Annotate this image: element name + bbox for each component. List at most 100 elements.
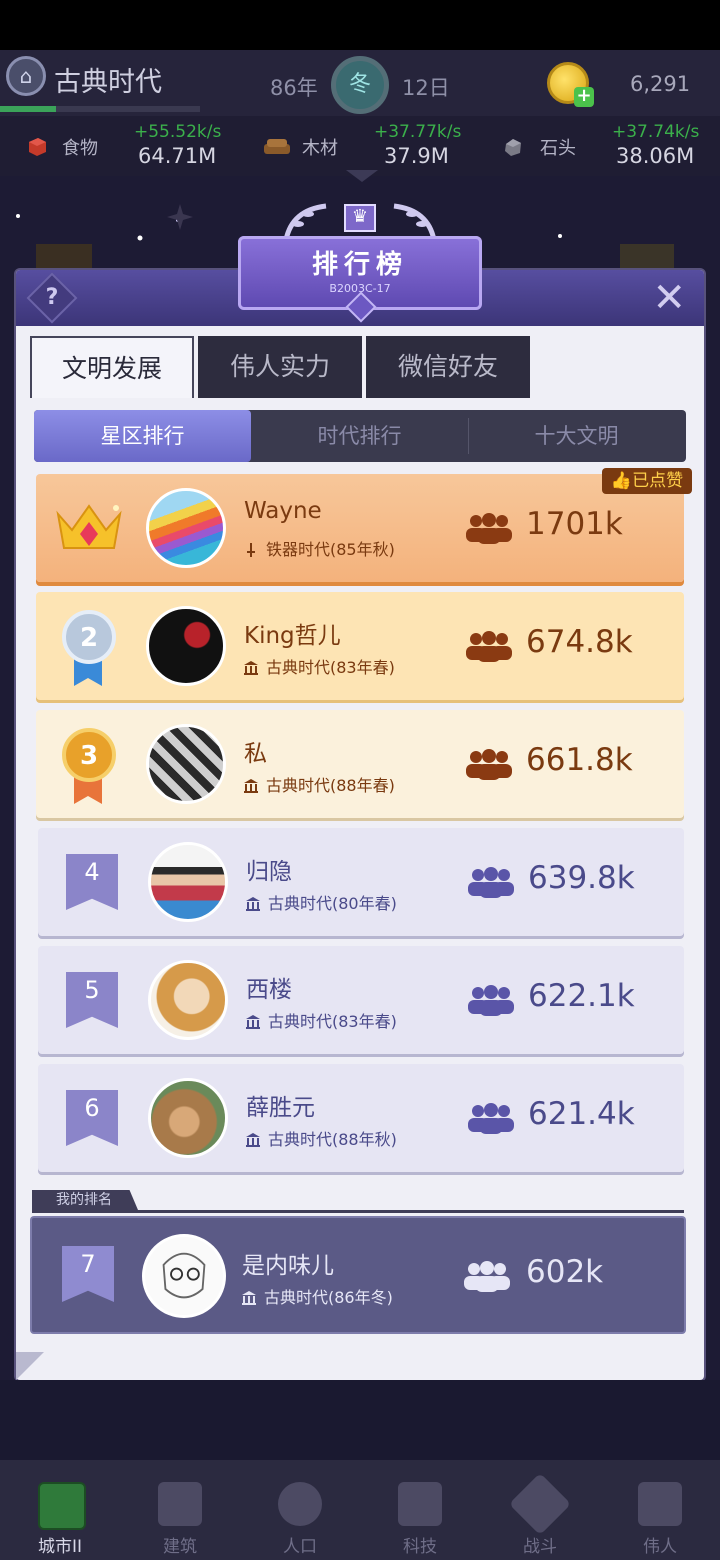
rank-number: 5	[84, 976, 100, 1004]
add-gold-icon[interactable]: +	[574, 87, 594, 107]
gold-crown-icon	[56, 504, 122, 549]
resource-rate: +37.74k/s	[612, 122, 700, 142]
temple-icon	[244, 661, 258, 675]
nav-population[interactable]: 人口	[250, 1460, 350, 1560]
leaderboard-row[interactable]: 3 私 古典时代(88年春) 661.8k	[36, 710, 684, 818]
resource-bar: 食物 +55.52k/s 64.71M 木材 +37.77k/s 37.9M 石…	[0, 116, 720, 176]
era-temple-icon[interactable]: ⌂	[6, 56, 46, 96]
leaderboard-row[interactable]: Wayne 铁器时代(85年秋) 1701k	[36, 474, 684, 582]
subtab-top-ten[interactable]: 十大文明	[468, 410, 685, 462]
player-era: 铁器时代(85年秋)	[244, 536, 395, 560]
season-badge[interactable]: 冬	[331, 56, 389, 114]
nav-label: 科技	[403, 1537, 437, 1557]
player-era-text: 铁器时代(85年秋)	[266, 540, 395, 559]
silver-medal-icon: 2	[62, 610, 116, 664]
panel-corner-decoration	[16, 1352, 44, 1380]
era-progress-bar	[0, 106, 200, 112]
resource-wood[interactable]: 木材 +37.77k/s 37.9M	[240, 116, 480, 176]
temple-icon	[244, 779, 258, 793]
sword-icon	[247, 543, 255, 557]
nav-label: 城市II	[37, 1537, 83, 1557]
resource-stone[interactable]: 石头 +37.74k/s 38.06M	[480, 116, 720, 176]
close-button[interactable]: ✕	[652, 276, 686, 320]
avatar[interactable]	[142, 1234, 226, 1318]
wood-icon	[264, 139, 290, 154]
avatar[interactable]	[146, 488, 226, 568]
leaderboard-row[interactable]: 6 薛胜元 古典时代(88年秋) 621.4k	[38, 1064, 684, 1172]
sketch-portrait	[162, 1252, 206, 1299]
player-name: 私	[244, 741, 267, 767]
player-score: 602k	[526, 1254, 604, 1290]
stone-icon	[505, 139, 521, 156]
statue-icon	[638, 1482, 682, 1526]
player-era-text: 古典时代(83年春)	[266, 658, 395, 677]
nav-label: 建筑	[163, 1537, 197, 1557]
nav-buildings[interactable]: 建筑	[130, 1460, 230, 1560]
bronze-medal-icon: 3	[62, 728, 116, 782]
gold-coin-icon[interactable]: +	[547, 62, 594, 107]
player-era: 古典时代(88年春)	[244, 772, 395, 796]
house-icon	[158, 1482, 202, 1526]
leaderboard-row[interactable]: 2 King哲儿 古典时代(83年春) 674.8k	[36, 592, 684, 700]
avatar[interactable]	[148, 842, 228, 922]
status-bar	[0, 0, 720, 50]
resource-amount: 38.06M	[616, 144, 695, 168]
avatar[interactable]	[148, 1078, 228, 1158]
resource-amount: 64.71M	[138, 144, 217, 168]
my-rank-row[interactable]: 7 是内味儿 古典时代(86年冬) 602k	[32, 1218, 684, 1332]
building-decoration	[620, 244, 674, 272]
leaderboard-row[interactable]: 5 西楼 古典时代(83年春) 622.1k	[38, 946, 684, 1054]
avatar[interactable]	[146, 606, 226, 686]
nav-tech[interactable]: 科技	[370, 1460, 470, 1560]
player-era-text: 古典时代(83年春)	[268, 1012, 397, 1031]
avatar[interactable]	[148, 960, 228, 1040]
meat-icon	[29, 138, 46, 156]
player-era: 古典时代(88年秋)	[246, 1126, 397, 1150]
tab-wechat-friends[interactable]: 微信好友	[366, 336, 530, 398]
avatar[interactable]	[146, 724, 226, 804]
crown-icon: ♛	[344, 204, 376, 232]
crossed-swords-icon	[508, 1472, 572, 1536]
bottom-navigation: 城市II 建筑 人口 科技 战斗 伟人	[0, 1460, 720, 1560]
player-era: 古典时代(83年春)	[244, 654, 395, 678]
population-icon	[468, 985, 514, 1016]
tab-great-people[interactable]: 伟人实力	[198, 336, 362, 398]
era-name[interactable]: 古典时代	[54, 60, 162, 99]
day-label: 12日	[402, 76, 450, 100]
era-progress-fill	[0, 106, 56, 112]
nav-label: 伟人	[643, 1537, 677, 1557]
population-icon	[464, 1261, 510, 1292]
nav-battle[interactable]: 战斗	[490, 1460, 590, 1560]
divider	[32, 1210, 684, 1213]
my-rank-label: 我的排名	[32, 1190, 138, 1210]
player-name: 西楼	[246, 977, 292, 1003]
nav-great-people[interactable]: 伟人	[610, 1460, 710, 1560]
resource-food[interactable]: 食物 +55.52k/s 64.71M	[0, 116, 240, 176]
subtab-zone-rank[interactable]: 星区排行	[34, 410, 251, 462]
subtab-era-rank[interactable]: 时代排行	[251, 410, 468, 462]
player-name: Wayne	[244, 498, 322, 524]
castle-icon	[38, 1482, 86, 1530]
tab-civilization[interactable]: 文明发展	[30, 336, 194, 398]
player-score: 1701k	[526, 506, 623, 542]
liked-badge[interactable]: 👍已点赞	[602, 468, 692, 494]
player-name: 薛胜元	[246, 1095, 315, 1121]
population-icon	[466, 749, 512, 780]
rank-flag-icon: 4	[66, 854, 118, 910]
nav-city[interactable]: 城市II	[10, 1460, 110, 1560]
help-button[interactable]: ?	[26, 272, 78, 324]
thumbs-up-icon: 👍	[610, 471, 633, 491]
question-icon: ?	[45, 285, 59, 310]
leaderboard-row[interactable]: 4 归隐 古典时代(80年春) 639.8k	[38, 828, 684, 936]
rank-number: 4	[84, 858, 100, 886]
population-icon	[468, 867, 514, 898]
player-era-text: 古典时代(86年冬)	[264, 1288, 393, 1307]
player-era-text: 古典时代(80年春)	[268, 894, 397, 913]
player-era: 古典时代(80年春)	[246, 890, 397, 914]
player-score: 621.4k	[528, 1096, 635, 1132]
building-decoration	[36, 244, 92, 272]
nav-label: 人口	[283, 1537, 317, 1557]
player-name: 归隐	[246, 859, 292, 885]
rank-flag-icon: 5	[66, 972, 118, 1028]
panel-title: 排行榜	[311, 250, 408, 280]
